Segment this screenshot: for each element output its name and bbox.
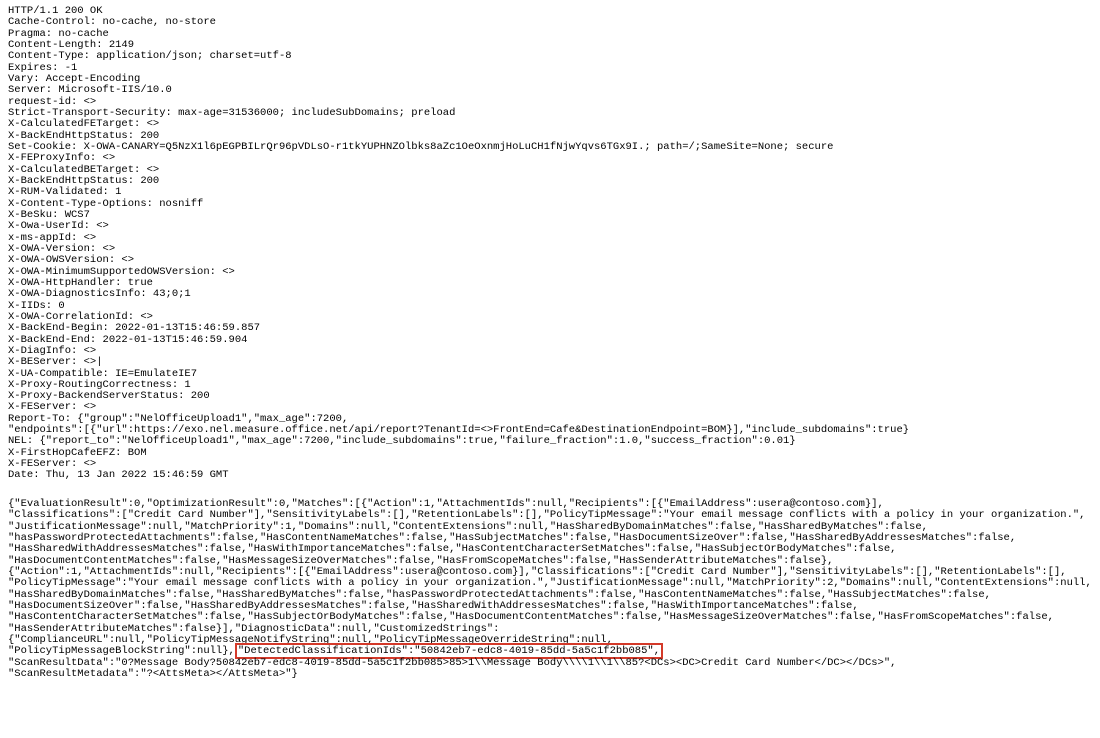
body-post: "ScanResultData":"0?Message Body?50842eb… xyxy=(8,657,896,680)
http-response-output: HTTP/1.1 200 OK Cache-Control: no-cache,… xyxy=(8,6,1092,680)
response-headers: Cache-Control: no-cache, no-store Pragma… xyxy=(8,16,909,481)
body-pre: {"EvaluationResult":0,"OptimizationResul… xyxy=(8,498,1092,657)
status-line: HTTP/1.1 200 OK xyxy=(8,5,103,17)
